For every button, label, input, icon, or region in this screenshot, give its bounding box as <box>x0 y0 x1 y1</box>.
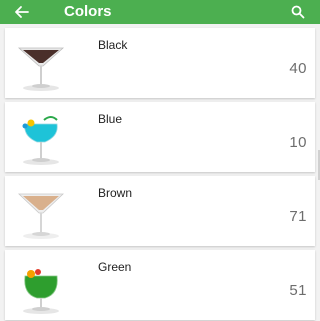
drink-image <box>11 106 71 168</box>
page-title: Colors <box>64 3 112 20</box>
drink-count: 40 <box>289 60 307 77</box>
drink-count: 10 <box>289 134 307 151</box>
color-name: Brown <box>98 186 133 200</box>
color-name: Green <box>98 260 132 274</box>
drink-image <box>11 180 71 242</box>
arrow-left-icon <box>15 6 29 18</box>
list-item-black[interactable]: Black 40 <box>5 28 315 98</box>
back-button[interactable] <box>12 2 32 22</box>
cocktail-glass-icon <box>11 106 71 168</box>
color-name: Blue <box>98 112 123 126</box>
cocktail-glass-icon <box>11 180 71 242</box>
app-bar: Colors <box>0 0 320 24</box>
drink-image <box>11 254 71 316</box>
list-item-brown[interactable]: Brown 71 <box>5 176 315 246</box>
cocktail-glass-icon <box>11 254 71 316</box>
color-name: Black <box>98 38 128 52</box>
drink-image <box>11 32 71 94</box>
drink-count: 71 <box>289 208 307 225</box>
search-button[interactable] <box>288 2 308 22</box>
cocktail-glass-icon <box>11 32 71 94</box>
drink-count: 51 <box>289 282 307 299</box>
search-icon <box>291 5 305 19</box>
list-item-blue[interactable]: Blue 10 <box>5 102 315 172</box>
list-item-green[interactable]: Green 51 <box>5 250 315 320</box>
